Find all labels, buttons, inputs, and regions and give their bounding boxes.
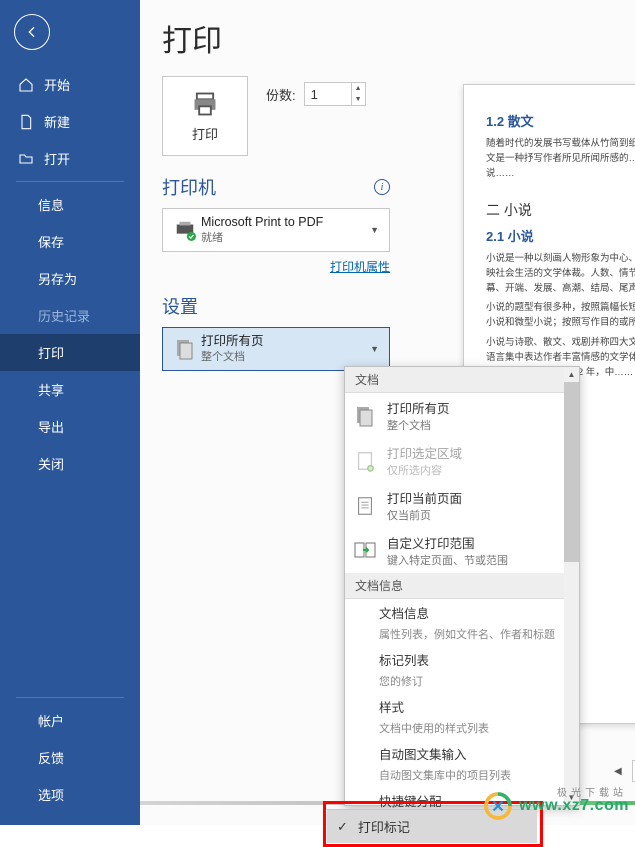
- nav-label: 新建: [44, 112, 70, 131]
- dropdown-item-docinfo[interactable]: 文档信息: [345, 599, 579, 626]
- watermark-url: www.xz7.com: [519, 797, 629, 815]
- nav-label: 打开: [44, 149, 70, 168]
- page-title: 打印: [162, 16, 635, 60]
- nav-options[interactable]: 选项: [0, 776, 140, 813]
- preview-text: 随着时代的发展书写载体从竹简到纸张再到电子，文体也发生着转变。散文是一种抒写作者…: [486, 136, 635, 182]
- pages-all-icon: [173, 336, 197, 362]
- page-current-icon: [354, 493, 376, 519]
- nav-saveas[interactable]: 另存为: [0, 260, 140, 297]
- home-icon: [18, 77, 34, 93]
- preview-text: 小说是一种以刻画人物形象为中心、通过完整的故事情节和环境描写来反映社会生活的文学…: [486, 251, 635, 297]
- preview-heading: 1.2 散文: [486, 111, 635, 130]
- printer-header: 打印机: [162, 174, 216, 200]
- dropdown-item-sub: 文档中使用的样式列表: [345, 720, 579, 740]
- pages-all-icon: [353, 403, 377, 429]
- copies-value[interactable]: 1: [305, 87, 351, 102]
- nav-info[interactable]: 信息: [0, 186, 140, 223]
- dropdown-item-all-pages[interactable]: 打印所有页整个文档: [345, 393, 579, 438]
- preview-heading: 2.1 小说: [486, 226, 635, 245]
- chevron-down-icon: ▼: [366, 344, 383, 354]
- dropdown-group-header: 文档信息: [345, 573, 579, 599]
- range-sub: 整个文档: [201, 351, 366, 364]
- prev-page-icon[interactable]: ◀: [612, 766, 624, 777]
- backstage-sidebar: 开始 新建 打开 信息 保存 另存为 历史记录 打印 共享 导出 关闭 帐户: [0, 0, 140, 825]
- print-label: 打印: [192, 124, 218, 143]
- watermark: 极光下载站 www.xz7.com: [483, 791, 629, 821]
- printer-status: 就绪: [201, 232, 366, 245]
- open-icon: [18, 151, 34, 167]
- dropdown-item-marklist[interactable]: 标记列表: [345, 646, 579, 673]
- nav-history[interactable]: 历史记录: [0, 297, 140, 334]
- dropdown-item-sub: 属性列表，例如文件名、作者和标题: [345, 626, 579, 646]
- nav-new[interactable]: 新建: [0, 103, 140, 140]
- divider: [16, 697, 124, 698]
- print-marks-label: 打印标记: [358, 817, 410, 836]
- nav-export[interactable]: 导出: [0, 408, 140, 445]
- dropdown-group-header: 文档: [345, 367, 579, 393]
- chevron-down-icon: ▼: [366, 225, 383, 235]
- dropdown-item-autotext[interactable]: 自动图文集输入: [345, 740, 579, 767]
- preview-heading: 二 小说: [486, 200, 635, 220]
- dropdown-scrollbar[interactable]: ▲ ▼: [564, 367, 579, 805]
- range-title: 打印所有页: [201, 334, 366, 349]
- spin-up-icon[interactable]: ▲: [352, 83, 365, 94]
- nav-close[interactable]: 关闭: [0, 445, 140, 482]
- nav-home[interactable]: 开始: [0, 66, 140, 103]
- spin-down-icon[interactable]: ▼: [352, 94, 365, 105]
- divider: [16, 181, 124, 182]
- dropdown-item-style[interactable]: 样式: [345, 693, 579, 720]
- nav-print[interactable]: 打印: [0, 334, 140, 371]
- nav-label: 开始: [44, 75, 70, 94]
- scroll-thumb[interactable]: [564, 382, 579, 562]
- copies-label: 份数:: [266, 85, 296, 104]
- nav-share[interactable]: 共享: [0, 371, 140, 408]
- preview-text: 小说的题型有很多种，按照篇幅长短，可分为长篇小说、中篇小说、短篇小说和微型小说；…: [486, 300, 635, 330]
- printer-properties-link[interactable]: 打印机属性: [330, 260, 390, 274]
- dropdown-item-selection: 打印选定区域仅所选内容: [345, 438, 579, 483]
- dropdown-item-current-page[interactable]: 打印当前页面仅当前页: [345, 483, 579, 528]
- dropdown-item-sub: 自动图文集库中的项目列表: [345, 767, 579, 787]
- printer-status-icon: [172, 219, 198, 241]
- nav-save[interactable]: 保存: [0, 223, 140, 260]
- scroll-up-icon[interactable]: ▲: [564, 367, 579, 382]
- nav-feedback[interactable]: 反馈: [0, 739, 140, 776]
- info-icon[interactable]: i: [374, 179, 390, 195]
- nav-account[interactable]: 帐户: [0, 702, 140, 739]
- new-icon: [18, 114, 34, 130]
- print-range-selector[interactable]: 打印所有页 整个文档 ▼: [162, 327, 390, 371]
- print-range-dropdown: 文档 打印所有页整个文档 打印选定区域仅所选内容 打印当前页面仅当前页 自定义打…: [344, 366, 580, 806]
- printer-selector[interactable]: Microsoft Print to PDF 就绪 ▼: [162, 208, 390, 252]
- printer-name: Microsoft Print to PDF: [201, 215, 366, 230]
- watermark-cn: 极光下载站: [557, 784, 627, 799]
- check-icon: ✓: [337, 819, 348, 835]
- settings-header: 设置: [162, 293, 198, 319]
- copies-input[interactable]: 1 ▲ ▼: [304, 82, 366, 106]
- page-range-icon: [352, 539, 378, 563]
- watermark-logo-icon: [483, 791, 513, 821]
- nav-open[interactable]: 打开: [0, 140, 140, 177]
- printer-icon: [188, 90, 222, 118]
- pages-selection-icon: [354, 448, 376, 474]
- back-arrow-icon: [24, 24, 40, 40]
- print-button[interactable]: 打印: [162, 76, 248, 156]
- dropdown-item-sub: 您的修订: [345, 673, 579, 693]
- dropdown-item-custom-range[interactable]: 自定义打印范围键入特定页面、节或范围: [345, 528, 579, 573]
- back-button[interactable]: [14, 14, 50, 50]
- print-pane: 打印 打印 份数: 1 ▲ ▼ 打印机 i: [140, 0, 635, 825]
